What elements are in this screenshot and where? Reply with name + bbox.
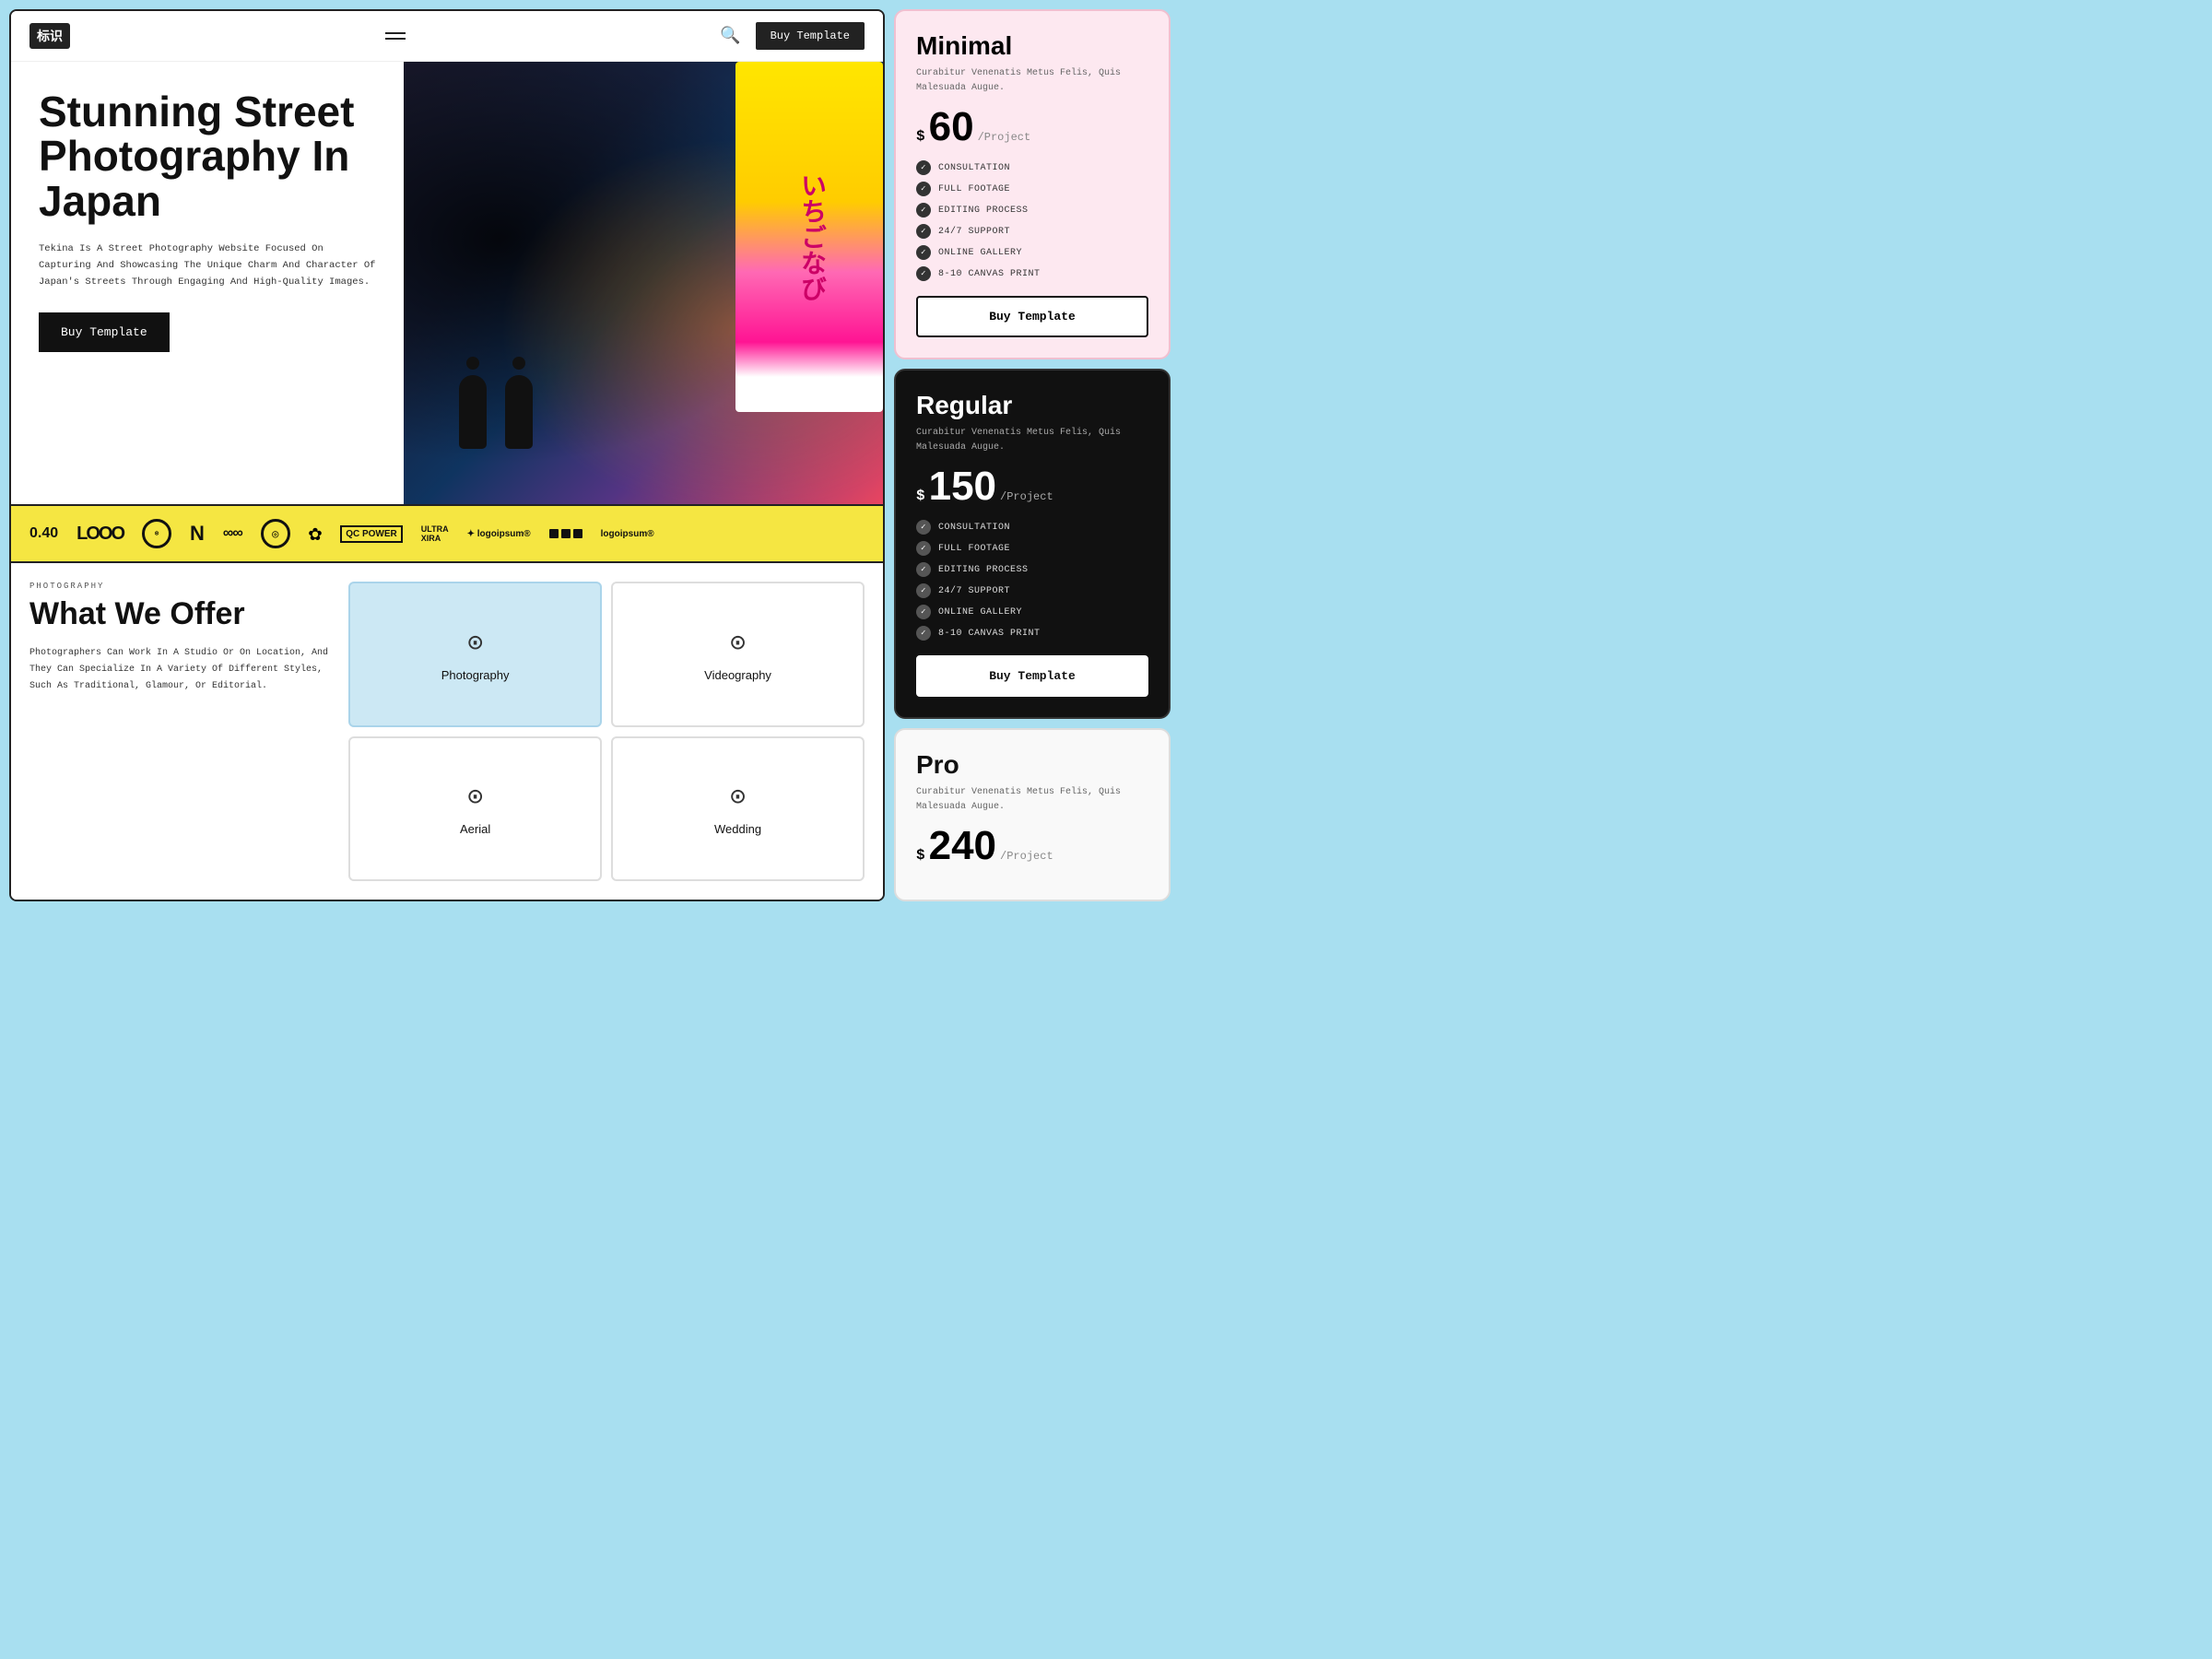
feature-support: ✓24/7 SUPPORT bbox=[916, 224, 1148, 239]
offer-section-label: PHOTOGRAPHY bbox=[29, 582, 330, 591]
silhouette-1 bbox=[459, 375, 487, 449]
videography-label: Videography bbox=[704, 668, 771, 682]
feature-footage-r: ✓FULL FOOTAGE bbox=[916, 541, 1148, 556]
site-preview: 标识 🔍 Buy Template Stunning Street Photog… bbox=[9, 9, 885, 901]
search-icon[interactable]: 🔍 bbox=[720, 26, 740, 46]
offer-card-photography[interactable]: ⊙ Photography bbox=[348, 582, 602, 727]
feature-canvas: ✓8-10 CANVAS PRINT bbox=[916, 266, 1148, 281]
feature-support-r: ✓24/7 SUPPORT bbox=[916, 583, 1148, 598]
feature-gallery-r: ✓ONLINE GALLERY bbox=[916, 605, 1148, 619]
nav-buy-button[interactable]: Buy Template bbox=[756, 22, 865, 50]
check-icon: ✓ bbox=[916, 203, 931, 218]
check-icon: ✓ bbox=[916, 520, 931, 535]
buy-button-regular[interactable]: Buy Template bbox=[916, 655, 1148, 697]
check-icon: ✓ bbox=[916, 182, 931, 196]
logo-item-8: QC POWER bbox=[340, 525, 403, 543]
feature-consultation: ✓CONSULTATION bbox=[916, 160, 1148, 175]
plan-price-pro: $ 240 /Project bbox=[916, 826, 1148, 866]
videography-icon: ⊙ bbox=[730, 627, 746, 659]
price-amount-pro: 240 bbox=[929, 826, 996, 866]
check-icon: ✓ bbox=[916, 245, 931, 260]
logo-item-5: ∞∞ bbox=[223, 525, 242, 542]
plan-price-regular: $ 150 /Project bbox=[916, 466, 1148, 507]
site-logo: 标识 bbox=[29, 23, 70, 49]
feature-consultation-r: ✓CONSULTATION bbox=[916, 520, 1148, 535]
logo-item-6: ◎ bbox=[261, 519, 290, 548]
pricing-card-regular: Regular Curabitur Venenatis Metus Felis,… bbox=[894, 369, 1171, 719]
wedding-icon: ⊙ bbox=[730, 781, 746, 813]
check-icon: ✓ bbox=[916, 266, 931, 281]
logo-item-3: ⊛ bbox=[142, 519, 171, 548]
silhouette-2 bbox=[505, 375, 533, 449]
dollar-sign: $ bbox=[916, 847, 925, 864]
check-icon: ✓ bbox=[916, 541, 931, 556]
offer-grid: ⊙ Photography ⊙ Videography ⊙ Aerial ⊙ W… bbox=[348, 582, 865, 881]
photography-label: Photography bbox=[441, 668, 510, 682]
hero-description: Tekina Is A Street Photography Website F… bbox=[39, 241, 376, 291]
buy-button-minimal[interactable]: Buy Template bbox=[916, 296, 1148, 337]
feature-gallery: ✓ONLINE GALLERY bbox=[916, 245, 1148, 260]
silhouette-group bbox=[459, 375, 533, 449]
check-icon: ✓ bbox=[916, 583, 931, 598]
price-period-regular: /Project bbox=[1000, 490, 1053, 503]
japan-sign: いちごなび bbox=[735, 62, 883, 412]
offer-card-videography[interactable]: ⊙ Videography bbox=[611, 582, 865, 727]
check-icon: ✓ bbox=[916, 562, 931, 577]
plan-features-minimal: ✓CONSULTATION ✓FULL FOOTAGE ✓EDITING PRO… bbox=[916, 160, 1148, 281]
price-amount-regular: 150 bbox=[929, 466, 996, 507]
plan-desc-pro: Curabitur Venenatis Metus Felis, Quis Ma… bbox=[916, 785, 1148, 815]
check-icon: ✓ bbox=[916, 224, 931, 239]
plan-price-minimal: $ 60 /Project bbox=[916, 107, 1148, 147]
feature-canvas-r: ✓8-10 CANVAS PRINT bbox=[916, 626, 1148, 641]
plan-desc-regular: Curabitur Venenatis Metus Felis, Quis Ma… bbox=[916, 426, 1148, 455]
plan-name-pro: Pro bbox=[916, 750, 1148, 780]
price-amount-minimal: 60 bbox=[929, 107, 974, 147]
hero-section: Stunning Street Photography In Japan Tek… bbox=[11, 62, 883, 504]
hamburger-menu-icon[interactable] bbox=[385, 32, 406, 40]
logo-item-9: ULTRAXIRA bbox=[421, 524, 449, 543]
pricing-card-minimal: Minimal Curabitur Venenatis Metus Felis,… bbox=[894, 9, 1171, 359]
hero-cta-button[interactable]: Buy Template bbox=[39, 312, 170, 352]
hero-text: Stunning Street Photography In Japan Tek… bbox=[11, 62, 404, 504]
logo-item-4: N bbox=[190, 522, 205, 546]
site-nav: 标识 🔍 Buy Template bbox=[11, 11, 883, 62]
price-period-minimal: /Project bbox=[978, 131, 1031, 144]
logo-item-11 bbox=[549, 529, 582, 538]
hero-image: いちごなび bbox=[404, 62, 883, 504]
aerial-label: Aerial bbox=[460, 822, 490, 836]
nav-right: 🔍 Buy Template bbox=[720, 22, 865, 50]
offer-section-description: Photographers Can Work In A Studio Or On… bbox=[29, 645, 330, 695]
check-icon: ✓ bbox=[916, 626, 931, 641]
feature-footage: ✓FULL FOOTAGE bbox=[916, 182, 1148, 196]
logo-item-2: LOOO bbox=[76, 524, 124, 545]
offer-section-title: What We Offer bbox=[29, 596, 330, 632]
plan-name-minimal: Minimal bbox=[916, 31, 1148, 61]
hero-title: Stunning Street Photography In Japan bbox=[39, 89, 376, 223]
dollar-sign: $ bbox=[916, 128, 925, 145]
logos-bar: 0.40 LOOO ⊛ N ∞∞ ◎ ✿ QC POWER ULTRAXIRA … bbox=[11, 504, 883, 563]
pricing-sidebar: Minimal Curabitur Venenatis Metus Felis,… bbox=[894, 9, 1171, 901]
feature-editing-r: ✓EDITING PROCESS bbox=[916, 562, 1148, 577]
feature-editing: ✓EDITING PROCESS bbox=[916, 203, 1148, 218]
plan-desc-minimal: Curabitur Venenatis Metus Felis, Quis Ma… bbox=[916, 66, 1148, 96]
offer-card-aerial[interactable]: ⊙ Aerial bbox=[348, 736, 602, 882]
price-period-pro: /Project bbox=[1000, 850, 1053, 863]
wedding-label: Wedding bbox=[714, 822, 761, 836]
plan-features-regular: ✓CONSULTATION ✓FULL FOOTAGE ✓EDITING PRO… bbox=[916, 520, 1148, 641]
pricing-card-pro: Pro Curabitur Venenatis Metus Felis, Qui… bbox=[894, 728, 1171, 901]
check-icon: ✓ bbox=[916, 160, 931, 175]
logo-item-7: ✿ bbox=[309, 520, 322, 547]
offer-section: PHOTOGRAPHY What We Offer Photographers … bbox=[11, 563, 883, 900]
logo-item-10: ✦ logoipsum® bbox=[467, 529, 531, 539]
aerial-icon: ⊙ bbox=[467, 781, 483, 813]
photography-icon: ⊙ bbox=[467, 627, 483, 659]
logo-item-12: logoipsum® bbox=[601, 529, 654, 539]
offer-text: PHOTOGRAPHY What We Offer Photographers … bbox=[29, 582, 330, 881]
page-wrapper: 标识 🔍 Buy Template Stunning Street Photog… bbox=[0, 0, 1180, 911]
dollar-sign: $ bbox=[916, 488, 925, 504]
logo-item-1: 0.40 bbox=[29, 525, 58, 542]
check-icon: ✓ bbox=[916, 605, 931, 619]
plan-name-regular: Regular bbox=[916, 391, 1148, 420]
offer-card-wedding[interactable]: ⊙ Wedding bbox=[611, 736, 865, 882]
